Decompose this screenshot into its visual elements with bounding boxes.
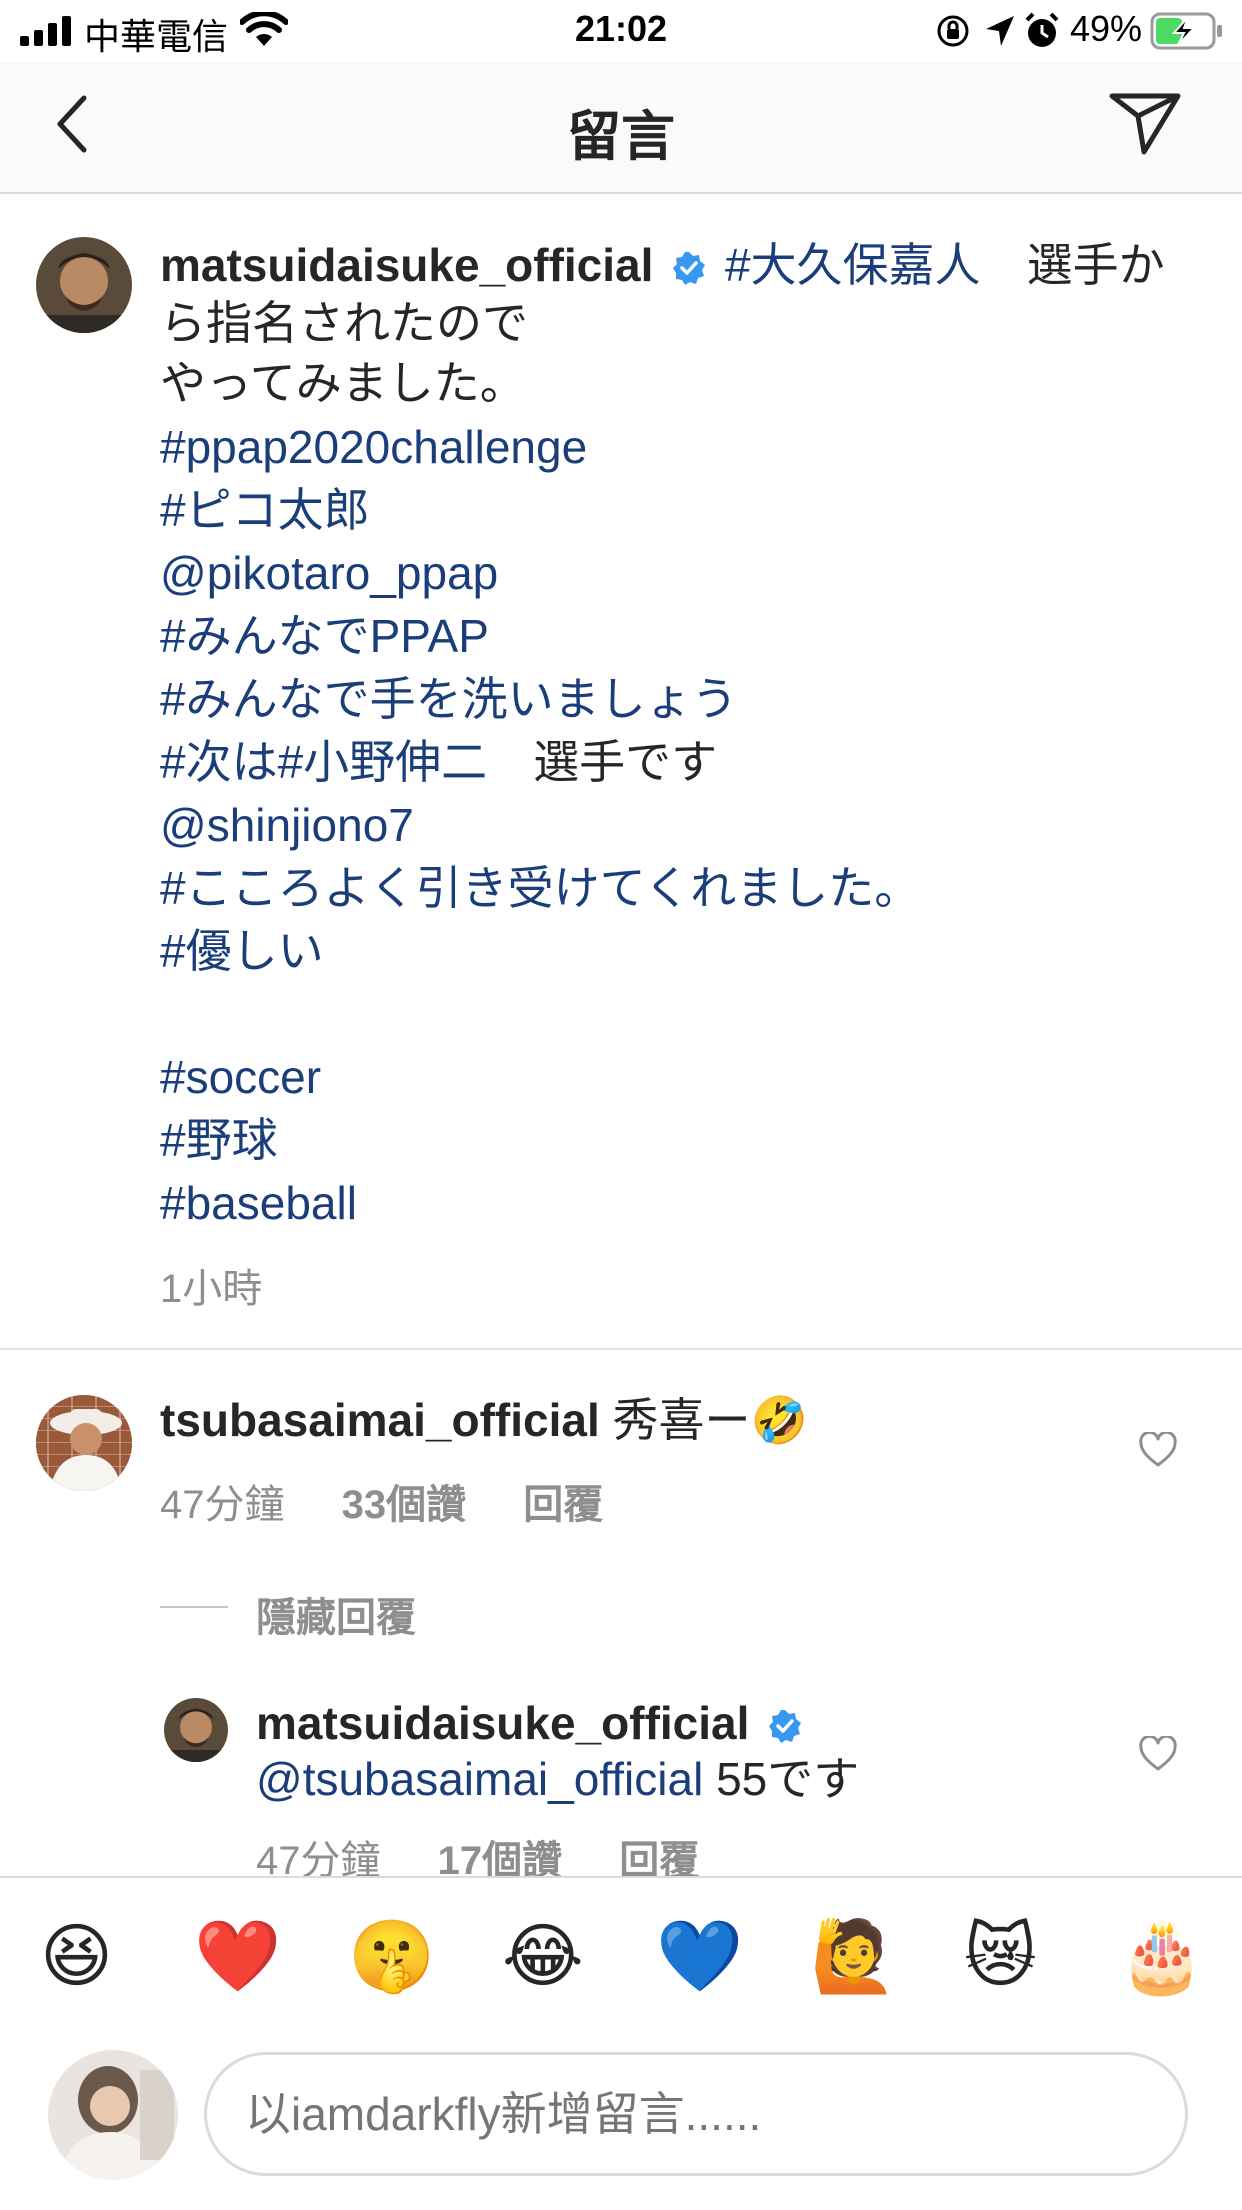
caption-text: 選手です [487,736,718,788]
caption-text: やってみました。 [160,357,526,409]
comment-text: 秀喜ー🤣 [612,1394,808,1446]
hashtag-link[interactable]: #優しい [160,920,324,983]
hashtag-link[interactable]: #みんなで手を洗いましょう [160,668,738,731]
hashtag-link[interactable]: #みんなでPPAP [160,605,489,668]
orientation-lock-icon [937,15,969,47]
caption-text: 選手か [980,239,1165,291]
comment-line: tsubasaimai_official 秀喜ー🤣 [160,1389,808,1452]
emoji-crying-cat[interactable]: 😿 [964,1916,1037,1996]
avatar-photo [36,237,132,333]
mention-link[interactable]: @shinjiono7 [160,794,414,857]
paper-plane-icon[interactable] [1108,90,1182,156]
mention-link[interactable]: @tsubasaimai_official [256,1753,703,1805]
avatar[interactable] [164,1698,228,1762]
alarm-icon [1025,12,1059,47]
emoji-raising-hand[interactable]: 🙋 [810,1916,897,1996]
comment-meta: 47分鐘 33個讚 回覆 [160,1472,603,1530]
emoji-birthday-cake[interactable]: 🎂 [1118,1916,1205,1996]
hashtag-link[interactable]: #次は#小野伸二 [160,736,487,788]
mention-link[interactable]: @pikotaro_ppap [160,542,498,605]
emoji-red-heart[interactable]: ❤️ [194,1916,281,1996]
caption-text: ら指名されたので [160,297,528,349]
avatar-photo [36,1395,132,1491]
divider [0,1348,1242,1350]
hashtag-link[interactable]: #ppap2020challenge [160,416,587,479]
avatar[interactable] [36,1395,132,1491]
emoji-blue-heart[interactable]: 💙 [656,1916,743,1996]
emoji-bar: 😆 ❤️ 🤫 😂 💙 🙋 😿 🎂 [0,1900,1242,2020]
emoji-joy[interactable]: 😂 [502,1916,584,1996]
comment-likes[interactable]: 33個讚 [342,1483,467,1527]
reply-username[interactable]: matsuidaisuke_official [256,1697,749,1749]
hashtag-link[interactable]: #baseball [160,1172,357,1235]
reply-line: matsuidaisuke_official [256,1692,802,1755]
caption-line: matsuidaisuke_official #大久保嘉人 選手か [160,234,1165,297]
hashtag-link[interactable]: #soccer [160,1046,321,1109]
hashtag-link[interactable]: #こころよく引き受けてくれました。 [160,857,920,920]
battery-charging-icon [1150,12,1222,50]
reply-text-line: @tsubasaimai_official 55です [256,1748,859,1811]
emoji-shushing[interactable]: 🤫 [348,1916,435,1996]
heart-outline-icon[interactable] [1138,1736,1178,1772]
emoji-grinning-squint[interactable]: 😆 [40,1916,113,1996]
page-title: 留言 [567,107,675,167]
avatar-photo [164,1698,228,1762]
navigation-bar: 留言 [0,62,1242,194]
hide-replies-line [160,1606,228,1608]
location-arrow-icon [986,16,1014,46]
comment-timestamp: 47分鐘 [160,1483,285,1527]
caption-username[interactable]: matsuidaisuke_official [160,239,653,291]
battery-percent: 49% [1070,8,1143,49]
reply-text: 55です [703,1753,860,1805]
verified-badge-icon [673,252,706,285]
hashtag-link[interactable]: #大久保嘉人 [725,239,981,291]
caption-timestamp: 1小時 [160,1267,263,1311]
caption-line: #次は#小野伸二 選手です [160,731,717,794]
verified-badge-icon [769,1710,802,1743]
avatar[interactable] [36,237,132,333]
current-user-avatar [48,2050,178,2180]
hashtag-link[interactable]: #野球 [160,1109,278,1172]
hide-replies-button[interactable]: 隱藏回覆 [256,1585,416,1643]
hashtag-link[interactable]: #ピコ太郎 [160,479,370,542]
comment-input[interactable] [204,2052,1188,2176]
heart-outline-icon[interactable] [1138,1432,1178,1468]
avatar-photo [48,2050,178,2180]
reply-button[interactable]: 回覆 [523,1483,603,1527]
comment-username[interactable]: tsubasaimai_official [160,1394,600,1446]
status-bar: 中華電信 21:02 49% [0,0,1242,62]
